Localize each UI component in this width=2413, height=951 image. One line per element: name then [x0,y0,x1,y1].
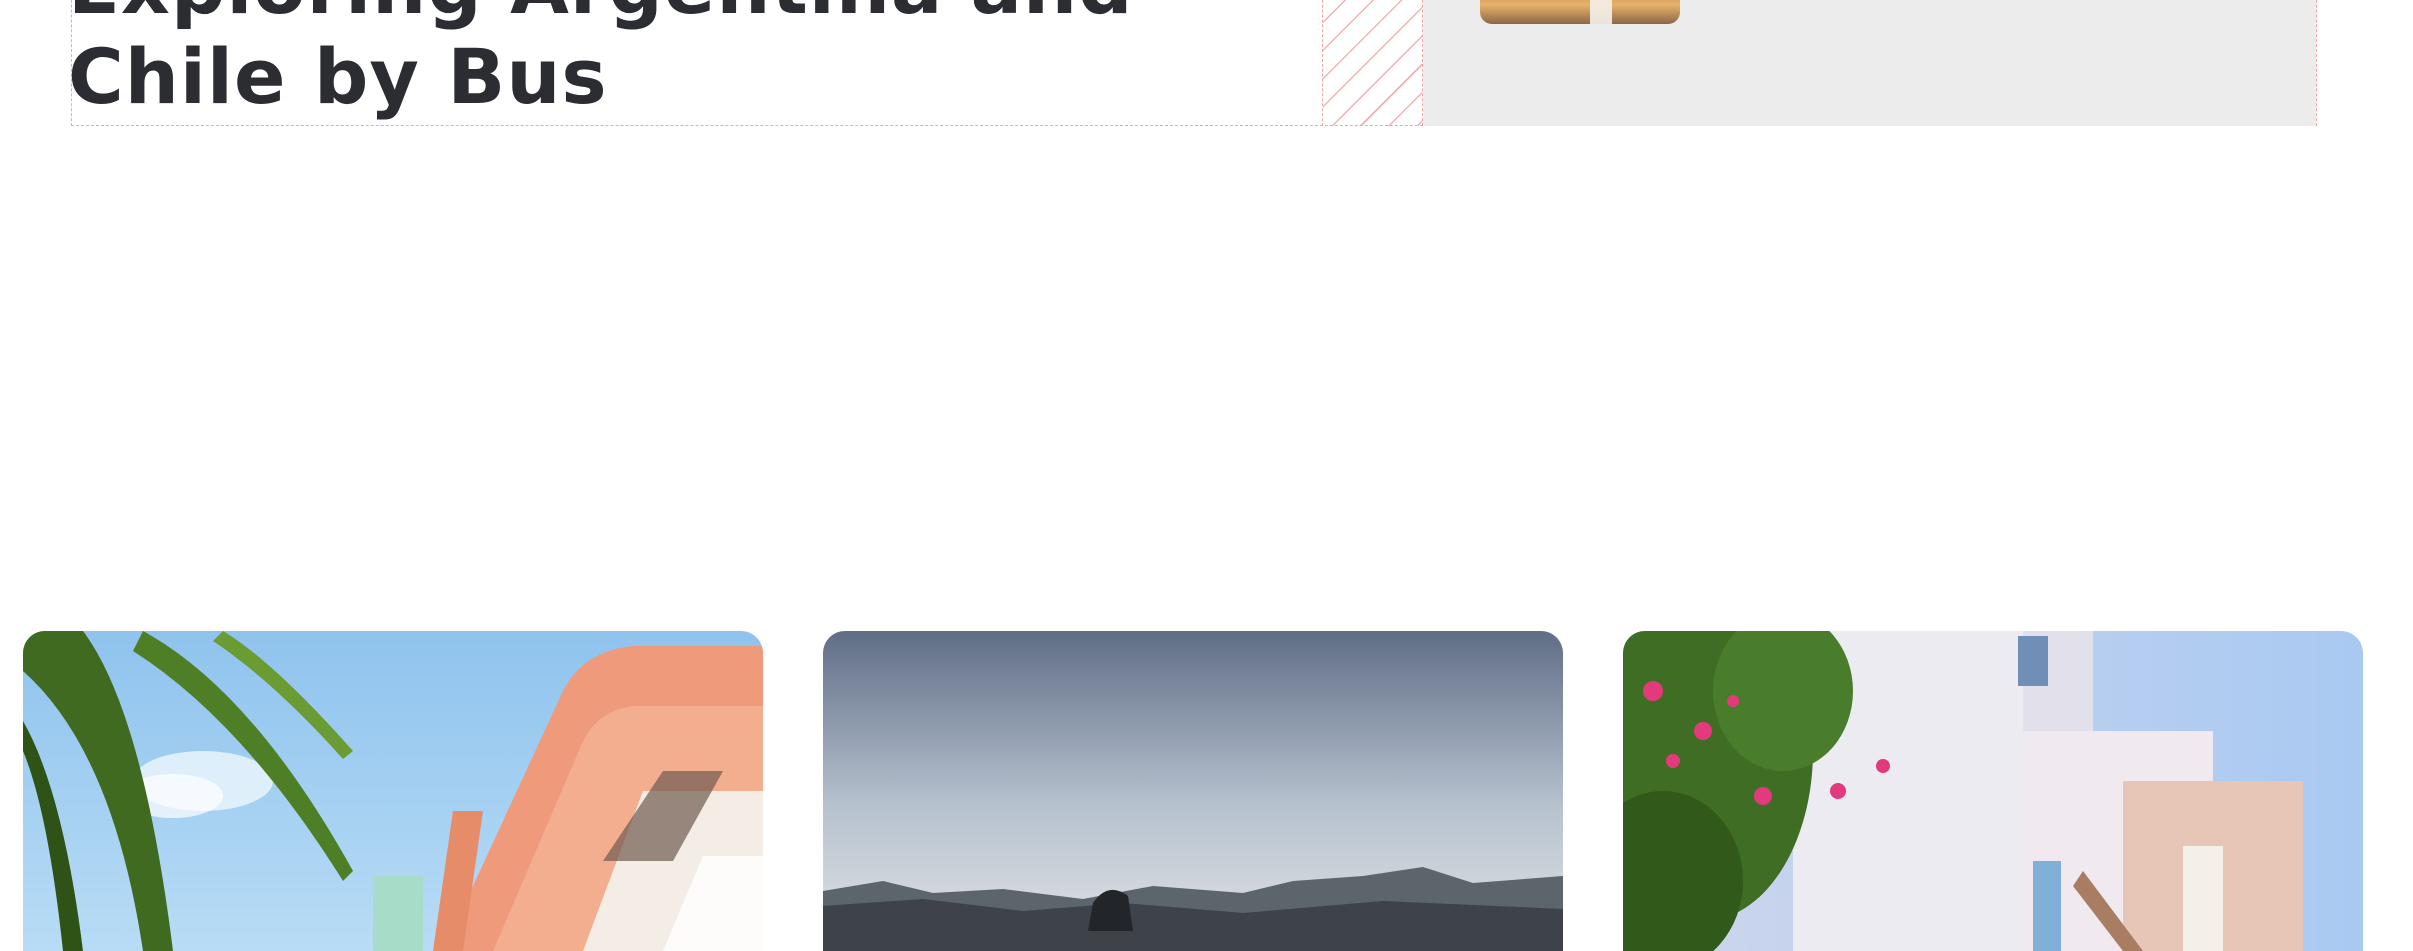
mountain-landscape-image [823,631,1563,951]
hero-gutter-hatch [1323,0,1422,126]
article-card-image[interactable] [23,631,763,951]
hero-thumbnail-image[interactable] [1480,0,1680,24]
article-card-image[interactable] [823,631,1563,951]
page-title: Exploring Argentina and Chile by Bus [68,0,1132,121]
whitewashed-village-image [1623,631,2363,951]
article-card-image[interactable] [1623,631,2363,951]
art-deco-building-image [23,631,763,951]
